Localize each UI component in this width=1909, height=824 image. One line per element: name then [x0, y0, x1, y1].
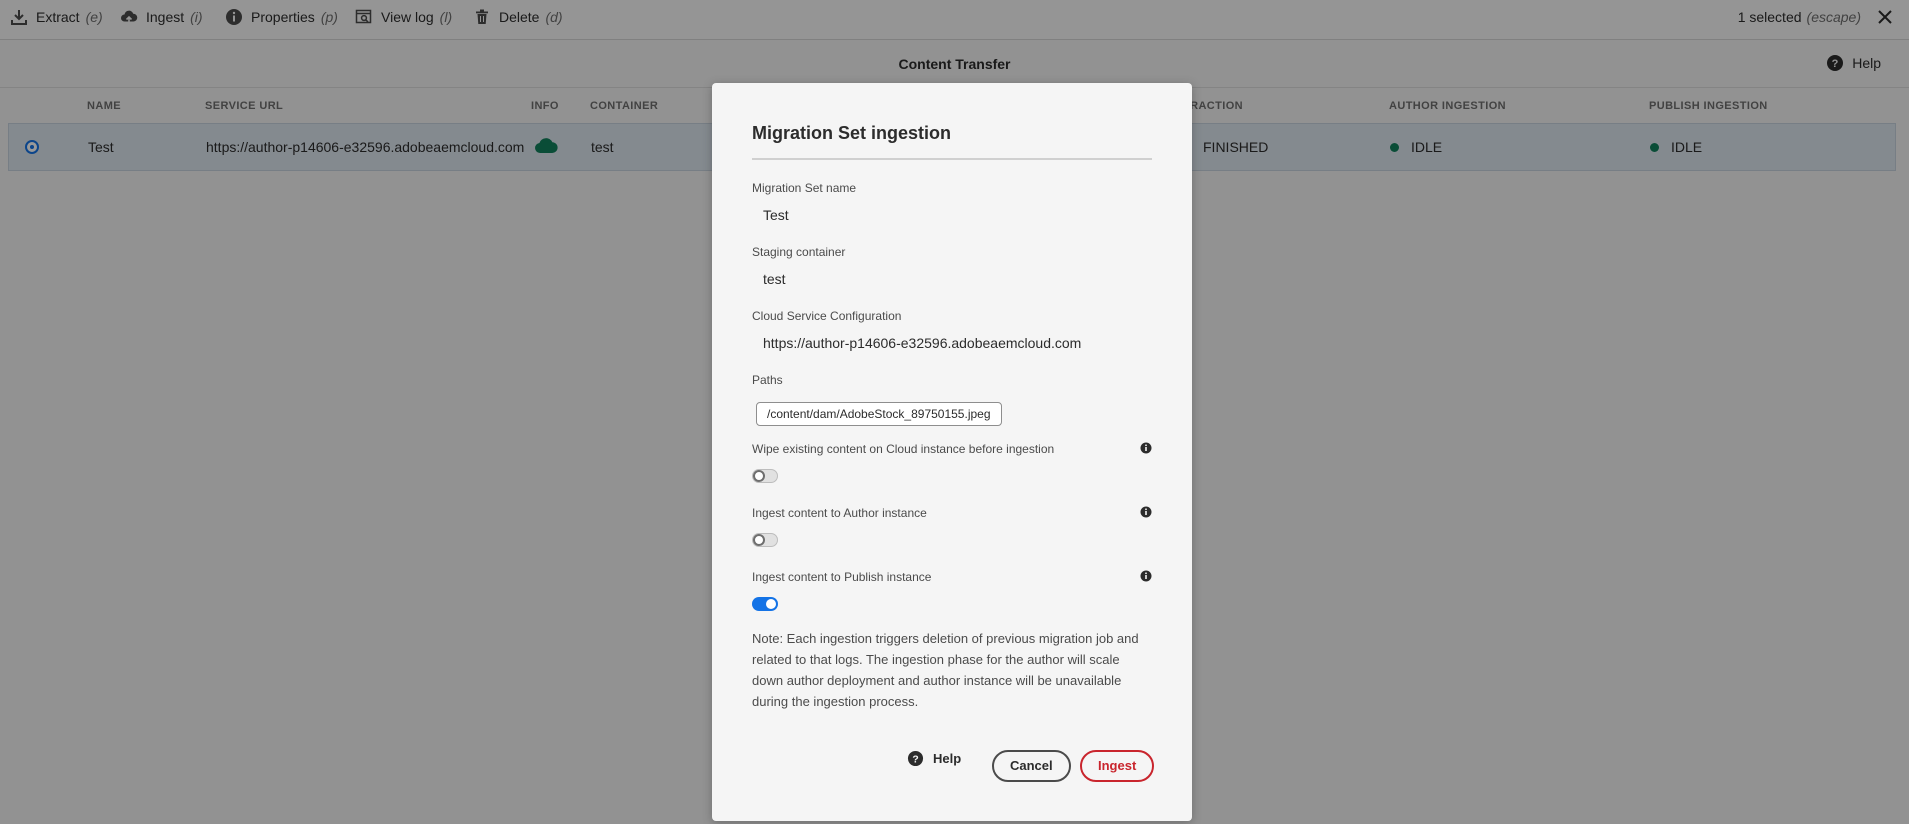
svg-text:?: ? — [912, 754, 918, 765]
dialog-title: Migration Set ingestion — [752, 123, 952, 143]
paths-label: Paths — [752, 373, 783, 387]
help-icon: ? — [907, 750, 924, 767]
dialog-help-button[interactable]: ? Help — [907, 750, 961, 767]
migration-set-name-value: Test — [763, 207, 789, 223]
ingest-author-toggle[interactable] — [752, 533, 778, 547]
ingest-button[interactable]: Ingest — [1080, 750, 1155, 782]
migration-set-name-label: Migration Set name — [752, 181, 857, 195]
info-icon[interactable] — [1140, 505, 1152, 518]
cloud-service-config-value: https://author-p14606-e32596.adobeaemclo… — [763, 335, 1082, 351]
info-icon[interactable] — [1140, 441, 1152, 454]
dialog-help-label: Help — [933, 751, 962, 766]
cancel-button[interactable]: Cancel — [992, 750, 1071, 782]
path-tag: /content/dam/AdobeStock_89750155.jpeg — [756, 402, 1002, 426]
cloud-service-config-label: Cloud Service Configuration — [752, 309, 902, 323]
wipe-content-toggle[interactable] — [752, 469, 778, 483]
info-icon[interactable] — [1140, 569, 1152, 582]
ingestion-note: Note: Each ingestion triggers deletion o… — [752, 631, 1139, 709]
wipe-content-label: Wipe existing content on Cloud instance … — [752, 442, 1055, 456]
ingest-publish-label: Ingest content to Publish instance — [752, 570, 932, 584]
ingest-author-label: Ingest content to Author instance — [752, 506, 927, 520]
dialog-divider — [752, 158, 1152, 160]
staging-container-label: Staging container — [752, 245, 846, 259]
staging-container-value: test — [763, 271, 786, 287]
migration-ingestion-dialog: Migration Set ingestion Migration Set na… — [712, 83, 1192, 821]
ingest-publish-toggle[interactable] — [752, 597, 778, 611]
